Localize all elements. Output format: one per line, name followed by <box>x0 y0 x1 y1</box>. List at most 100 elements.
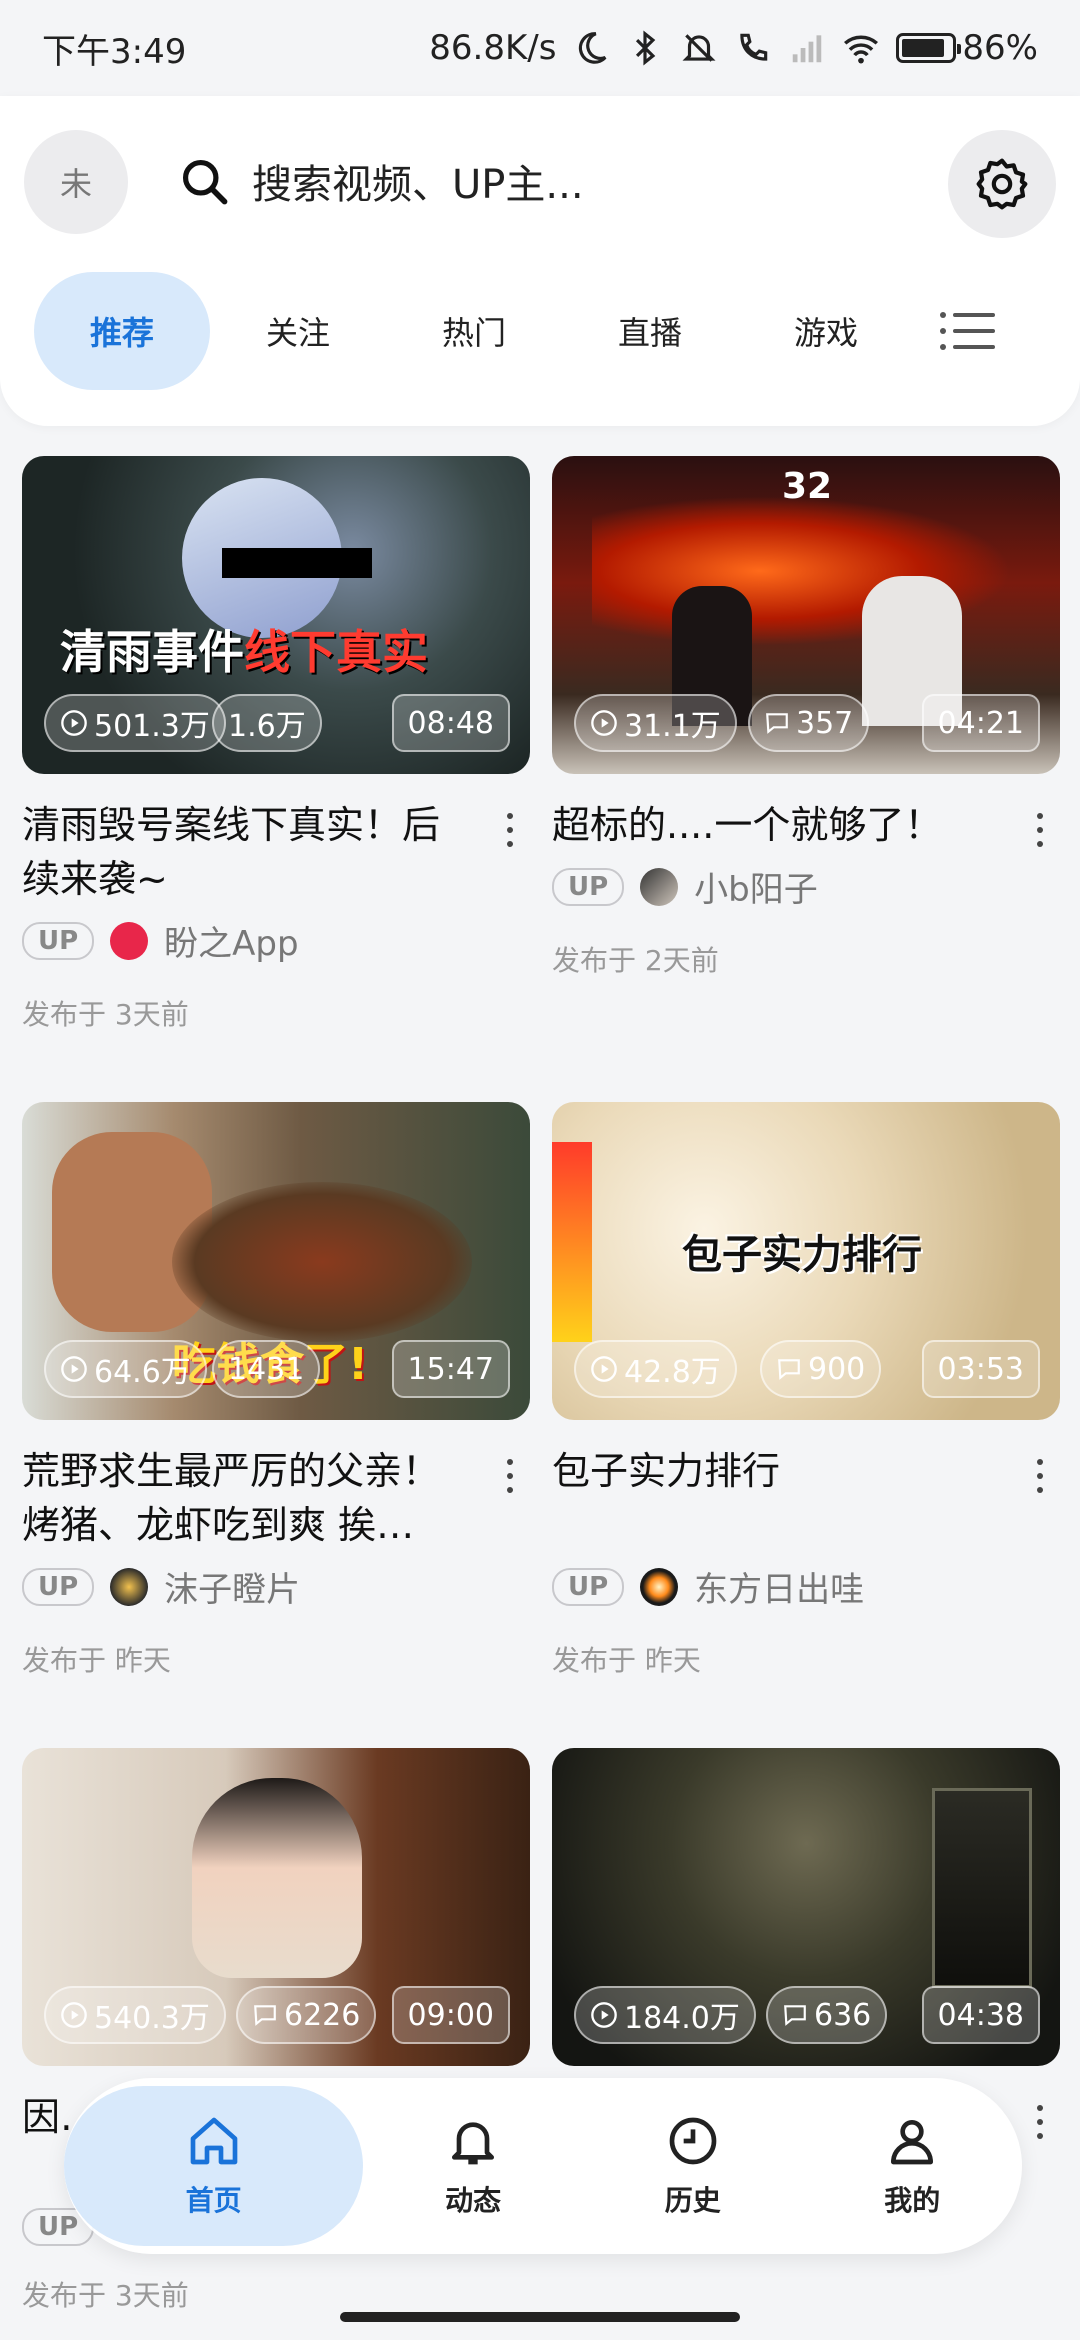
comment-icon <box>778 1359 800 1380</box>
more-options-icon[interactable] <box>506 1458 514 1494</box>
duration-badge: 15:47 <box>391 1340 510 1398</box>
author-avatar <box>110 921 149 960</box>
redaction-bar <box>222 548 372 578</box>
more-options-icon[interactable] <box>1036 2104 1044 2140</box>
author-name: 盼之App <box>164 924 299 964</box>
tab-live[interactable]: 直播 <box>562 272 738 390</box>
clock-icon <box>669 2117 717 2165</box>
view-count: 64.6万 <box>44 1340 207 1398</box>
video-thumbnail[interactable]: 吃钱食了! 64.6万 1431 15:47 <box>22 1102 530 1420</box>
play-icon <box>591 1356 617 1382</box>
moon-icon <box>579 32 607 64</box>
video-card[interactable]: 包子实力排行 42.8万 900 03:53 包子实力排行 UP 东方日出哇 发… <box>552 1102 1060 1679</box>
duration-badge: 08:48 <box>391 694 510 752</box>
publish-date: 发布于 昨天 <box>552 1644 701 1677</box>
video-title[interactable]: 清雨毁号案线下真实！后续来袭~ <box>22 798 530 906</box>
bottom-navigation: 首页 动态 历史 我的 <box>64 2078 1022 2254</box>
category-tabs: 推荐 关注 热门 直播 游戏 <box>34 272 1044 390</box>
play-icon <box>591 710 617 736</box>
video-thumbnail[interactable]: 包子实力排行 42.8万 900 03:53 <box>552 1102 1060 1420</box>
person-icon <box>891 2120 934 2165</box>
play-icon <box>61 1356 87 1382</box>
video-card[interactable]: 清雨事件线下真实 501.3万 1.6万 08:48 清雨毁号案线下真实！后续来… <box>22 456 530 1033</box>
home-icon <box>190 2117 238 2165</box>
more-options-icon[interactable] <box>1036 1458 1044 1494</box>
comment-count: 636 <box>766 1986 888 2044</box>
thumb-caption: 包子实力排行 <box>682 1232 922 1278</box>
signal-icon <box>793 35 822 63</box>
user-avatar[interactable]: 未 <box>24 130 128 234</box>
publish-date: 发布于 昨天 <box>22 1644 171 1677</box>
uploader-row[interactable]: UP 盼之App <box>22 916 530 965</box>
duration-badge: 09:00 <box>391 1986 510 2044</box>
nav-home[interactable]: 首页 <box>64 2086 364 2246</box>
up-badge: UP <box>552 1567 625 1606</box>
view-count: 42.8万 <box>574 1340 737 1398</box>
avatar-text: 未 <box>59 165 92 203</box>
publish-date: 发布于 2天前 <box>552 944 719 977</box>
tab-recommend[interactable]: 推荐 <box>34 272 210 390</box>
video-thumbnail[interactable]: 32 31.1万 357 04:21 <box>552 456 1060 774</box>
nav-label: 我的 <box>884 2184 941 2217</box>
duration-badge: 04:21 <box>921 694 1040 752</box>
side-label-strip <box>552 1142 592 1342</box>
video-title[interactable]: 超标的....一个就够了！ <box>552 798 1060 906</box>
mute-bell-icon <box>682 34 716 62</box>
comment-icon <box>766 713 788 734</box>
duration-badge: 03:53 <box>921 1340 1040 1398</box>
video-thumbnail[interactable]: 清雨事件线下真实 501.3万 1.6万 08:48 <box>22 456 530 774</box>
more-options-icon[interactable] <box>506 812 514 848</box>
tab-game[interactable]: 游戏 <box>738 272 914 390</box>
uploader-row[interactable]: UP 东方日出哇 <box>552 1562 1060 1611</box>
doorway-shape <box>932 1788 1032 1988</box>
nav-history[interactable]: 历史 <box>583 2086 803 2246</box>
search-bar[interactable]: 搜索视频、UP主... <box>178 152 584 210</box>
comment-count: 6226 <box>236 1986 377 2044</box>
play-icon <box>61 710 87 736</box>
more-options-icon[interactable] <box>1036 812 1044 848</box>
lobster-illustration <box>172 1182 472 1342</box>
bluetooth-icon <box>636 30 656 66</box>
thumb-caption: 清雨事件线下真实 <box>60 625 428 679</box>
battery-icon <box>896 33 962 63</box>
call-forward-icon <box>740 33 768 61</box>
duration-badge: 04:38 <box>921 1986 1040 2044</box>
author-avatar <box>110 1567 149 1606</box>
author-name: 东方日出哇 <box>694 1570 865 1610</box>
video-title[interactable]: 荒野求生最严厉的父亲！烤猪、龙虾吃到爽 挨… <box>22 1444 530 1552</box>
status-bar: 下午3:49 86.8K/s 86% <box>0 0 1080 96</box>
status-time: 下午3:49 <box>42 31 187 72</box>
view-count: 31.1万 <box>574 694 737 752</box>
video-thumbnail[interactable]: 184.0万 636 04:38 <box>552 1748 1060 2066</box>
video-thumbnail[interactable]: 540.3万 6226 09:00 <box>22 1748 530 2066</box>
video-card[interactable]: 吃钱食了! 64.6万 1431 15:47 荒野求生最严厉的父亲！烤猪、龙虾吃… <box>22 1102 530 1679</box>
video-card[interactable]: 32 31.1万 357 04:21 超标的....一个就够了！ UP 小b阳子… <box>552 456 1060 979</box>
net-speed: 86.8K/s <box>429 28 557 68</box>
nav-dynamics[interactable]: 动态 <box>363 2086 583 2246</box>
top-header: 未 搜索视频、UP主... 推荐 关注 热门 直播 游戏 <box>0 96 1080 426</box>
score-text: 32 <box>782 466 833 507</box>
publish-date: 发布于 3天前 <box>22 998 189 1031</box>
bell-icon <box>452 2122 495 2165</box>
gear-icon <box>976 158 1028 210</box>
tab-follow[interactable]: 关注 <box>210 272 386 390</box>
tab-hot[interactable]: 热门 <box>386 272 562 390</box>
comment-icon <box>254 2005 276 2026</box>
tab-menu-button[interactable] <box>938 301 998 361</box>
view-count: 501.3万 <box>44 694 226 752</box>
uploader-row[interactable]: UP 沫子瞪片 <box>22 1562 530 1611</box>
nav-profile[interactable]: 我的 <box>802 2086 1022 2246</box>
up-badge: UP <box>22 921 95 960</box>
author-avatar <box>640 1567 679 1606</box>
nav-label: 首页 <box>185 2184 242 2217</box>
search-icon <box>182 159 228 205</box>
comment-count: 357 <box>748 694 870 752</box>
up-badge: UP <box>22 1567 95 1606</box>
battery-level: 86% <box>962 28 1038 68</box>
video-title[interactable]: 包子实力排行 <box>552 1444 1060 1552</box>
settings-button[interactable] <box>948 130 1056 238</box>
menu-list-icon <box>940 312 995 350</box>
wifi-icon <box>844 35 879 64</box>
comment-count: 1431 <box>212 1340 321 1398</box>
home-indicator[interactable] <box>340 2312 740 2322</box>
